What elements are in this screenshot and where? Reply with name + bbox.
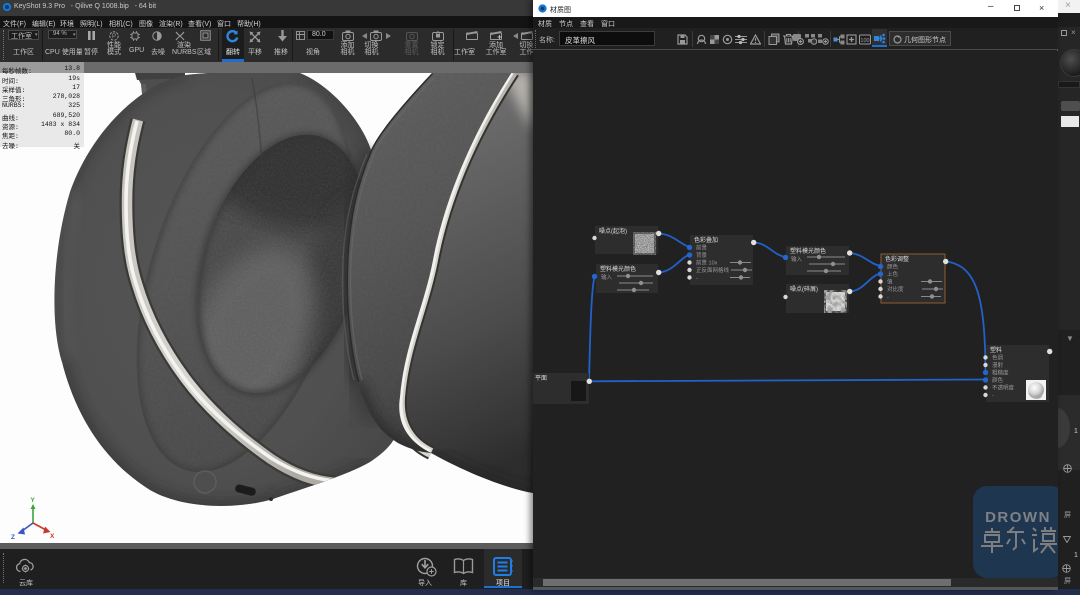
- svg-text:色彩叠加: 色彩叠加: [694, 236, 718, 244]
- svg-text:背景: 背景: [696, 251, 708, 259]
- svg-text:正反面网格线: 正反面网格线: [696, 266, 730, 274]
- svg-text:前景: 前景: [696, 244, 708, 252]
- svg-text:Z: Z: [11, 534, 15, 541]
- svg-text:输入: 输入: [791, 255, 803, 263]
- svg-text:噪点(起泡): 噪点(起泡): [599, 227, 627, 235]
- svg-text:P: P: [112, 34, 116, 40]
- svg-text:输入: 输入: [601, 273, 613, 281]
- svg-text:色调: 色调: [992, 354, 1004, 362]
- svg-text:粗糙度: 粗糙度: [992, 369, 1009, 377]
- svg-text:Y: Y: [31, 497, 36, 504]
- svg-text:塑料: 塑料: [990, 346, 1002, 354]
- svg-text:-: -: [887, 295, 889, 301]
- svg-text:颜色: 颜色: [887, 263, 899, 271]
- svg-text:-: -: [696, 276, 698, 282]
- svg-text:噪点(碎屑): 噪点(碎屑): [790, 285, 818, 293]
- svg-text:不透明度: 不透明度: [992, 384, 1015, 392]
- svg-text:上色: 上色: [887, 270, 899, 278]
- svg-text:对比度: 对比度: [887, 285, 904, 293]
- svg-text:DROWN: DROWN: [985, 509, 1051, 526]
- svg-text:颜色: 颜色: [992, 376, 1004, 384]
- svg-text:值: 值: [887, 278, 893, 286]
- svg-text:X: X: [50, 533, 55, 540]
- svg-text:-: -: [992, 393, 994, 399]
- svg-text:平面: 平面: [535, 375, 547, 382]
- svg-text:色彩调整: 色彩调整: [885, 255, 909, 263]
- svg-text:100: 100: [860, 38, 869, 44]
- svg-text:漫射: 漫射: [992, 361, 1004, 369]
- svg-text:塑料模光颜色: 塑料模光颜色: [790, 247, 826, 255]
- svg-text:塑料模光颜色: 塑料模光颜色: [600, 265, 636, 273]
- svg-text:前景 10x: 前景 10x: [696, 259, 718, 267]
